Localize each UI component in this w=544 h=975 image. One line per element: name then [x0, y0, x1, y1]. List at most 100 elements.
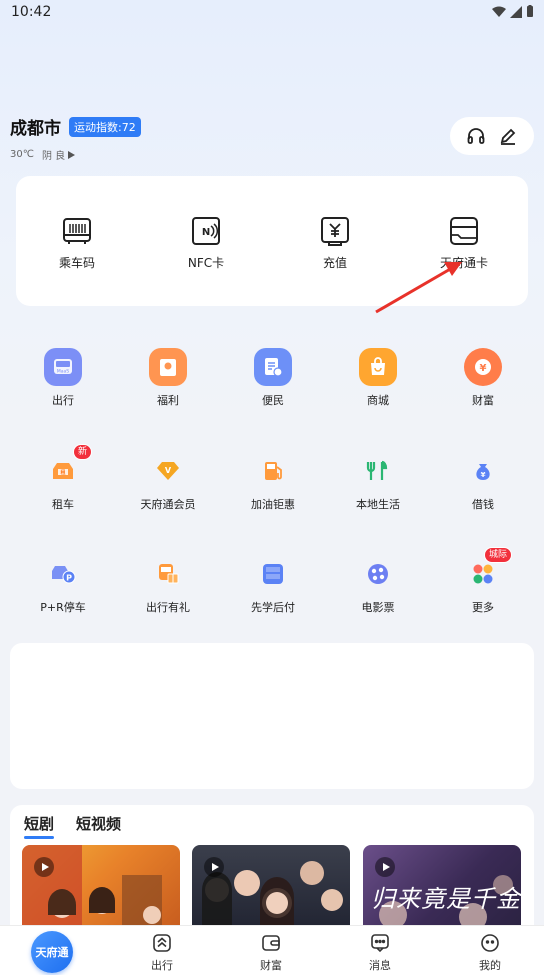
- edit-icon[interactable]: [498, 126, 518, 146]
- nav-messages-label: 消息: [369, 959, 391, 972]
- quick-nfc-label: NFC卡: [187, 256, 225, 270]
- wifi-icon: [492, 6, 506, 17]
- service-icon: [254, 348, 292, 386]
- grid-more-label: 更多: [472, 601, 494, 614]
- grid-learn-pay-label: 先学后付: [251, 601, 295, 614]
- yuan-coin-icon: ¥: [464, 348, 502, 386]
- grid-travel-label: 出行: [52, 394, 74, 407]
- nav-profile[interactable]: 我的: [450, 932, 530, 973]
- grid-local-life-label: 本地生活: [356, 498, 400, 511]
- grid-local-life[interactable]: 本地生活: [328, 452, 428, 512]
- grid-borrow-label: 借钱: [472, 498, 494, 511]
- status-time: 10:42: [11, 4, 52, 20]
- local-life-icon: [359, 452, 397, 490]
- video-thumb-2[interactable]: [192, 845, 350, 935]
- video-thumb-3[interactable]: 归来竟是千金: [363, 845, 521, 935]
- grid-travel-gift[interactable]: 出行有礼: [118, 555, 218, 615]
- sport-index-badge[interactable]: 运动指数:72: [69, 116, 141, 137]
- grid-rent-car[interactable]: 租 新 租车: [13, 444, 113, 512]
- system-icons: [492, 5, 534, 18]
- quick-tianfu-card[interactable]: 天府通卡: [414, 214, 514, 271]
- svg-text:¥: ¥: [481, 471, 486, 479]
- tab-short-video[interactable]: 短视频: [76, 813, 121, 834]
- battery-icon: [527, 5, 533, 17]
- grid-learn-pay[interactable]: 先学后付: [223, 555, 323, 615]
- grid-mall-label: 商城: [367, 394, 389, 407]
- quick-tianfu-label: 天府通卡: [439, 256, 488, 270]
- video-thumb-3-title: 归来竟是千金: [371, 885, 521, 913]
- quick-nfc-card[interactable]: N NFC卡: [156, 214, 256, 271]
- quick-recharge[interactable]: 充值: [285, 214, 385, 271]
- location-block: 成都市 运动指数:72 30℃ 阴 良: [10, 114, 141, 162]
- message-icon: [369, 932, 391, 954]
- profile-icon: [479, 932, 501, 954]
- grid-park-ride-label: P+R停车: [40, 601, 86, 614]
- play-icon: [68, 150, 76, 159]
- status-bar: 10:42: [0, 0, 544, 26]
- tianfu-card-icon: [447, 214, 481, 248]
- tool-pill: [450, 117, 534, 155]
- bottom-nav: 天府通 出行 财富 消息 我的: [0, 925, 544, 975]
- weather-row[interactable]: 30℃ 阴 良: [10, 147, 141, 162]
- grid-fuel[interactable]: 加油钜惠: [223, 452, 323, 512]
- grid-welfare[interactable]: 福利: [118, 348, 218, 408]
- nav-messages[interactable]: 消息: [340, 932, 420, 973]
- grid-fuel-label: 加油钜惠: [251, 498, 295, 511]
- film-icon: [359, 555, 397, 593]
- wallet-icon: [260, 932, 282, 954]
- grid-travel-gift-label: 出行有礼: [146, 601, 190, 614]
- grid-service-label: 便民: [262, 394, 284, 407]
- grid-service[interactable]: 便民: [223, 348, 323, 408]
- shop-bag-icon: [359, 348, 397, 386]
- video-section: 短剧 短视频 归来竟是千金: [10, 805, 534, 935]
- play-icon: [375, 857, 395, 877]
- grid-welfare-label: 福利: [157, 394, 179, 407]
- gift-icon: [149, 348, 187, 386]
- travel-nav-icon: [151, 932, 173, 954]
- air-quality: 阴 良: [41, 151, 66, 162]
- quick-recharge-label: 充值: [322, 256, 347, 270]
- signal-icon: [510, 5, 522, 18]
- park-ride-icon: P: [44, 555, 82, 593]
- recharge-icon: [318, 214, 352, 248]
- nav-wealth-label: 财富: [260, 959, 282, 972]
- intercity-badge: 城际: [483, 547, 512, 563]
- headphones-icon[interactable]: [466, 126, 486, 146]
- temperature: 30℃: [10, 149, 34, 160]
- bus-code-icon: [60, 214, 94, 248]
- grid-wealth[interactable]: ¥ 财富: [433, 348, 533, 408]
- grid-vip[interactable]: V 天府通会员: [118, 452, 218, 512]
- svg-text:MaaS: MaaS: [57, 369, 69, 375]
- grid-film-label: 电影票: [361, 601, 395, 614]
- nfc-card-icon: N: [189, 214, 223, 248]
- learn-pay-icon: [254, 555, 292, 593]
- city-name[interactable]: 成都市: [10, 114, 61, 139]
- grid-mall[interactable]: 商城: [328, 348, 428, 408]
- quick-bus-code[interactable]: 乘车码: [27, 214, 127, 271]
- travel-gift-icon: [149, 555, 187, 593]
- home-tab-button[interactable]: 天府通: [31, 931, 73, 973]
- play-icon: [204, 857, 224, 877]
- grid-park-ride[interactable]: P P+R停车: [13, 555, 113, 615]
- video-thumb-1[interactable]: [22, 845, 180, 935]
- tab-short-drama[interactable]: 短剧: [24, 813, 55, 839]
- new-badge: 新: [72, 444, 92, 460]
- play-icon: [34, 857, 54, 877]
- nav-travel[interactable]: 出行: [122, 932, 202, 973]
- nav-wealth[interactable]: 财富: [231, 932, 311, 973]
- grid-more[interactable]: 城际 更多: [433, 547, 533, 615]
- grid-vip-label: 天府通会员: [140, 498, 196, 511]
- quick-bus-code-label: 乘车码: [58, 256, 95, 270]
- grid-rent-car-label: 租车: [52, 498, 74, 511]
- quick-card-panel: 乘车码 N NFC卡 充值 天府通卡: [16, 176, 528, 306]
- grid-wealth-label: 财富: [472, 394, 494, 407]
- svg-text:N: N: [202, 227, 210, 238]
- grid-travel[interactable]: MaaS 出行: [13, 348, 113, 408]
- money-bag-icon: ¥: [464, 452, 502, 490]
- grid-film[interactable]: 电影票: [328, 555, 428, 615]
- banner-card[interactable]: [10, 643, 534, 789]
- nav-travel-label: 出行: [151, 959, 173, 972]
- grid-borrow[interactable]: ¥ 借钱: [433, 452, 533, 512]
- svg-text:¥: ¥: [480, 363, 487, 374]
- svg-text:P: P: [66, 574, 72, 583]
